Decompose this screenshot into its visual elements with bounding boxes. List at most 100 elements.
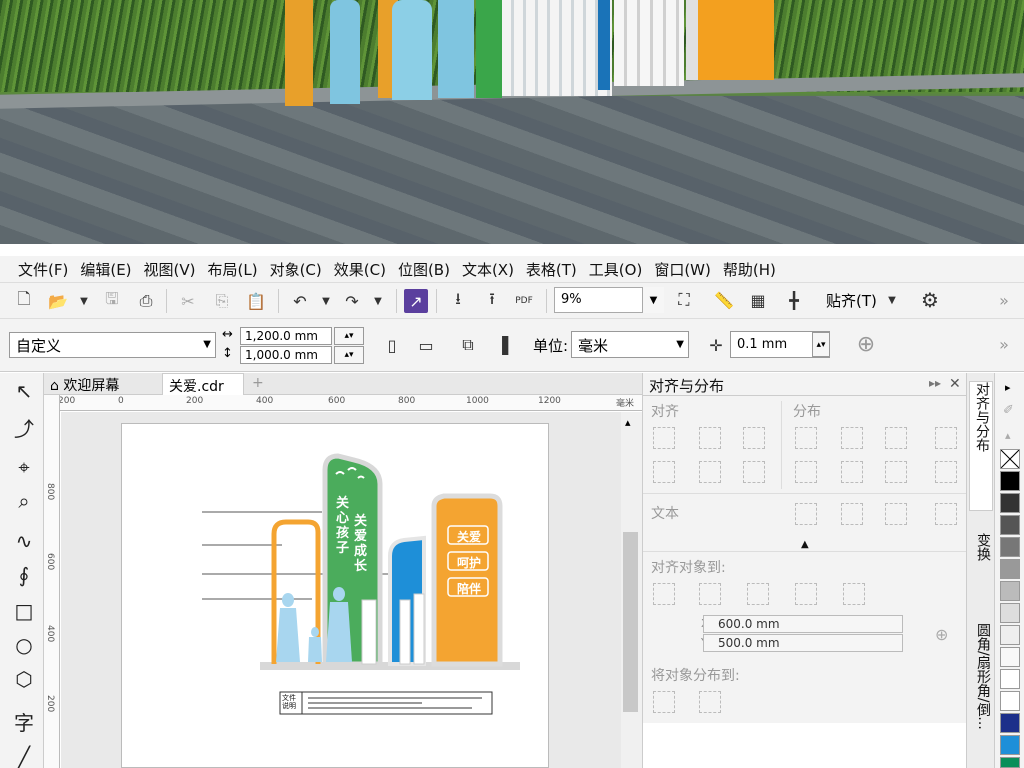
align-to-grid-icon[interactable] xyxy=(795,583,817,605)
rectangle-tool-icon[interactable]: □ xyxy=(10,597,38,625)
distribute-spacing-v-icon[interactable] xyxy=(885,461,907,483)
menu-table[interactable]: 表格(T) xyxy=(524,259,587,280)
open-dropdown-icon[interactable]: ▼ xyxy=(72,289,96,313)
import-icon[interactable]: ⭳ xyxy=(446,289,470,313)
x-coordinate-input[interactable]: 600.0 mm xyxy=(703,615,903,633)
text-baseline-first-icon[interactable] xyxy=(795,503,817,525)
menu-object[interactable]: 对象(C) xyxy=(268,259,332,280)
sidetab-fillet[interactable]: 圆角/扇形角/倒... xyxy=(969,623,993,768)
distribute-top-icon[interactable] xyxy=(795,461,817,483)
swatch-gray-50[interactable] xyxy=(1000,537,1020,557)
text-bounding-box-icon[interactable] xyxy=(885,503,907,525)
page-size-preset-select[interactable]: 自定义 ▼ xyxy=(9,332,216,358)
distribute-left-icon[interactable] xyxy=(795,427,817,449)
target-point-icon[interactable]: ⊕ xyxy=(935,625,948,644)
align-to-point-icon[interactable] xyxy=(843,583,865,605)
page-width-input[interactable]: 1,200.0 mm xyxy=(240,327,332,345)
align-to-active-icon[interactable] xyxy=(653,583,675,605)
copy-icon[interactable]: ⎘ xyxy=(210,289,234,313)
scroll-up-icon[interactable]: ▴ xyxy=(625,416,631,429)
distribute-center-v-icon[interactable] xyxy=(841,461,863,483)
add-tab-button[interactable]: + xyxy=(246,373,270,395)
swatch-gray-5[interactable] xyxy=(1000,647,1020,667)
horizontal-ruler[interactable]: 200 0 200 400 600 800 1000 1200 毫米 xyxy=(58,395,642,411)
document-page[interactable]: 关心孩子 关爱成长 关爱 呵护 陪伴 文件说明 xyxy=(121,423,549,768)
publish-pdf-icon[interactable]: PDF xyxy=(512,289,536,313)
toolbar-overflow-icon[interactable]: » xyxy=(992,288,1016,312)
show-guidelines-icon[interactable]: ╋ xyxy=(782,288,806,312)
eyedropper-icon[interactable]: ✐ xyxy=(1003,403,1014,418)
menu-bitmaps[interactable]: 位图(B) xyxy=(396,259,460,280)
show-grid-icon[interactable]: ▦ xyxy=(746,288,770,312)
menu-effects[interactable]: 效果(C) xyxy=(332,259,396,280)
menu-view[interactable]: 视图(V) xyxy=(142,259,206,280)
export-icon[interactable]: ⭱ xyxy=(480,289,504,313)
swatch-white[interactable] xyxy=(1000,669,1020,689)
align-to-page-edge-icon[interactable] xyxy=(747,583,769,605)
current-page-icon[interactable]: ▐ xyxy=(490,333,514,357)
swatch-gray-70[interactable] xyxy=(1000,515,1020,535)
swatch-gray-30[interactable] xyxy=(1000,581,1020,601)
zoom-tool-icon[interactable]: ⌕ xyxy=(10,487,38,515)
menu-layout[interactable]: 布局(L) xyxy=(206,259,268,280)
swatch-gray-90[interactable] xyxy=(1000,493,1020,513)
palette-scroll-right-icon[interactable]: ▸ xyxy=(1005,381,1011,394)
align-center-v-icon[interactable] xyxy=(699,461,721,483)
height-spinner[interactable]: ▴▾ xyxy=(334,346,364,364)
menu-edit[interactable]: 编辑(E) xyxy=(78,259,141,280)
all-pages-icon[interactable]: ⧉ xyxy=(456,333,480,357)
tab-document[interactable]: 关爱.cdr xyxy=(162,373,244,395)
align-top-icon[interactable] xyxy=(653,461,675,483)
search-content-icon[interactable]: ↗ xyxy=(404,289,428,313)
docker-expand-icon[interactable]: ▸▸ xyxy=(929,376,941,390)
align-right-icon[interactable] xyxy=(743,427,765,449)
artistic-media-tool-icon[interactable]: ∮ xyxy=(10,561,38,589)
vertical-scrollbar[interactable]: ▴ xyxy=(621,412,642,768)
options-gear-icon[interactable]: ⚙ xyxy=(918,288,942,312)
y-coordinate-input[interactable]: 500.0 mm xyxy=(703,634,903,652)
scrollbar-thumb[interactable] xyxy=(623,532,638,712)
cut-icon[interactable]: ✂ xyxy=(176,289,200,313)
add-preset-icon[interactable]: ⊕ xyxy=(854,332,878,357)
distribute-right-icon[interactable] xyxy=(935,427,957,449)
new-document-icon[interactable]: 🗋 xyxy=(12,289,36,313)
vertical-ruler[interactable]: 800 600 400 200 xyxy=(44,395,60,768)
distribute-to-page-icon[interactable] xyxy=(699,691,721,713)
distribute-spacing-h-icon[interactable] xyxy=(885,427,907,449)
crop-tool-icon[interactable]: ⌖ xyxy=(10,453,38,481)
menu-window[interactable]: 窗口(W) xyxy=(652,259,721,280)
units-select[interactable]: 毫米 ▼ xyxy=(571,331,689,358)
text-outline-icon[interactable] xyxy=(935,503,957,525)
swatch-black[interactable] xyxy=(1000,471,1020,491)
freehand-tool-icon[interactable]: ∿ xyxy=(10,527,38,555)
distribute-bottom-icon[interactable] xyxy=(935,461,957,483)
line-tool-icon[interactable]: ╱ xyxy=(10,743,38,768)
propbar-overflow-icon[interactable]: » xyxy=(992,332,1016,356)
swatch-gray-10[interactable] xyxy=(1000,625,1020,645)
snap-dropdown-icon[interactable]: ▼ xyxy=(880,288,904,312)
sidetab-transform[interactable]: 变换 xyxy=(969,533,993,603)
palette-scroll-up-icon[interactable]: ▴ xyxy=(1005,429,1011,442)
align-bottom-icon[interactable] xyxy=(743,461,765,483)
menu-file[interactable]: 文件(F) xyxy=(16,259,78,280)
full-screen-preview-icon[interactable]: ⛶ xyxy=(672,288,696,312)
redo-dropdown-icon[interactable]: ▼ xyxy=(366,289,390,313)
swatch-blue[interactable] xyxy=(1000,735,1020,755)
swatch-white-2[interactable] xyxy=(1000,691,1020,711)
open-folder-icon[interactable]: 📂 xyxy=(46,289,70,313)
menu-tools[interactable]: 工具(O) xyxy=(587,259,653,280)
collapse-arrow-icon[interactable]: ▲ xyxy=(801,539,809,550)
save-icon[interactable]: 🖫 xyxy=(100,289,124,313)
tab-welcome[interactable]: ⌂ 欢迎屏幕 xyxy=(44,373,160,395)
swatch-gray-40[interactable] xyxy=(1000,559,1020,579)
align-left-icon[interactable] xyxy=(653,427,675,449)
swatch-navy[interactable] xyxy=(1000,713,1020,733)
width-spinner[interactable]: ▴▾ xyxy=(334,327,364,345)
show-rulers-icon[interactable]: 📏 xyxy=(712,288,736,312)
distribute-center-h-icon[interactable] xyxy=(841,427,863,449)
align-center-h-icon[interactable] xyxy=(699,427,721,449)
swatch-none[interactable] xyxy=(1000,449,1020,469)
redo-icon[interactable]: ↷ xyxy=(340,289,364,313)
pick-tool-icon[interactable]: ↖ xyxy=(10,377,38,405)
undo-dropdown-icon[interactable]: ▼ xyxy=(314,289,338,313)
